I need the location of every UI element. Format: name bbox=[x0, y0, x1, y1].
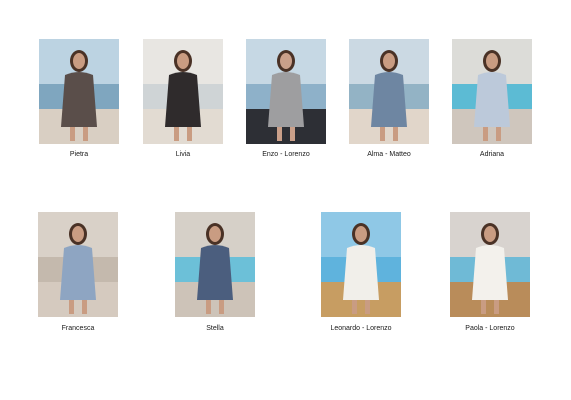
model-face bbox=[280, 53, 292, 69]
look-caption: Adriana bbox=[479, 151, 505, 158]
look-card: Livia bbox=[143, 39, 223, 158]
model-garment bbox=[61, 72, 97, 127]
model-leg bbox=[69, 300, 74, 314]
look-photo bbox=[321, 212, 401, 317]
look-caption: Paola - Lorenzo bbox=[465, 325, 515, 332]
look-caption: Leonardo - Lorenzo bbox=[330, 325, 392, 332]
model-leg bbox=[83, 127, 88, 141]
look-card: Pietra bbox=[39, 39, 119, 158]
look-photo bbox=[349, 39, 429, 144]
look-photo bbox=[175, 212, 255, 317]
model-leg bbox=[70, 127, 75, 141]
model-leg bbox=[187, 127, 192, 141]
model-face bbox=[486, 53, 498, 69]
model-face bbox=[484, 226, 496, 242]
model-face bbox=[355, 226, 367, 242]
look-card: Alma - Matteo bbox=[349, 39, 429, 158]
look-card: Enzo - Lorenzo bbox=[246, 39, 326, 158]
model-face bbox=[177, 53, 189, 69]
model-face bbox=[209, 226, 221, 242]
look-photo bbox=[143, 39, 223, 144]
model-face bbox=[72, 226, 84, 242]
look-photo bbox=[450, 212, 530, 317]
model-leg bbox=[496, 127, 501, 141]
model-leg bbox=[393, 127, 398, 141]
look-photo bbox=[39, 39, 119, 144]
look-photo bbox=[246, 39, 326, 144]
model-leg bbox=[277, 127, 282, 141]
model-leg bbox=[174, 127, 179, 141]
look-caption: Francesca bbox=[61, 325, 95, 332]
look-photo bbox=[38, 212, 118, 317]
model-face bbox=[73, 53, 85, 69]
model-leg bbox=[82, 300, 87, 314]
model-leg bbox=[352, 300, 357, 314]
look-card: Francesca bbox=[38, 212, 118, 332]
model-garment bbox=[165, 72, 201, 127]
model-garment bbox=[371, 72, 407, 127]
model-garment bbox=[474, 72, 510, 127]
model-leg bbox=[494, 300, 499, 314]
model-leg bbox=[219, 300, 224, 314]
model-garment bbox=[197, 245, 233, 300]
look-caption: Stella bbox=[206, 325, 224, 332]
model-leg bbox=[483, 127, 488, 141]
model-leg bbox=[481, 300, 486, 314]
look-card: Leonardo - Lorenzo bbox=[321, 212, 401, 332]
model-garment bbox=[343, 245, 379, 300]
model-leg bbox=[206, 300, 211, 314]
look-card: Adriana bbox=[452, 39, 532, 158]
look-photo bbox=[452, 39, 532, 144]
look-card: Stella bbox=[175, 212, 255, 332]
model-leg bbox=[365, 300, 370, 314]
model-face bbox=[383, 53, 395, 69]
model-garment bbox=[268, 72, 304, 127]
model-garment bbox=[60, 245, 96, 300]
model-leg bbox=[290, 127, 295, 141]
model-leg bbox=[380, 127, 385, 141]
look-card: Paola - Lorenzo bbox=[450, 212, 530, 332]
model-garment bbox=[472, 245, 508, 300]
